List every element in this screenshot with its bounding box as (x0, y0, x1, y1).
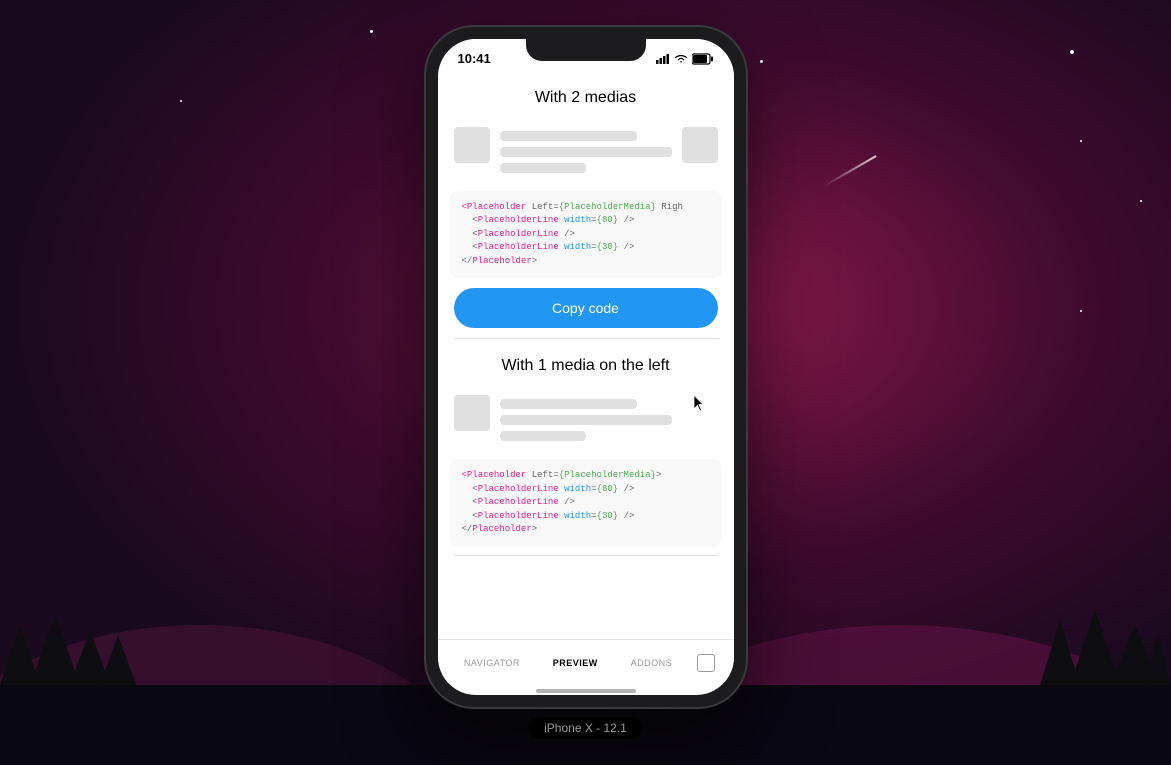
star (1080, 140, 1082, 142)
code-line: <Placeholder Left={PlaceholderMedia} Rig… (462, 201, 710, 215)
code-token: {PlaceholderMedia} (559, 202, 656, 212)
code-line: </Placeholder> (462, 523, 710, 537)
code-token: /> (624, 242, 635, 252)
code-token: /> (564, 497, 575, 507)
phone-notch (526, 39, 646, 61)
code-token: PlaceholderLine (478, 497, 559, 507)
code-line: <PlaceholderLine width={80} /> (462, 483, 710, 497)
divider-1 (454, 338, 718, 339)
code-token: PlaceholderLine (478, 215, 559, 225)
code-token: Left= (532, 202, 559, 212)
code-token: width (564, 215, 591, 225)
code-token: Righ (661, 202, 683, 212)
copy-code-button-1[interactable]: Copy code (454, 288, 718, 328)
star (1080, 310, 1082, 312)
code-line: <PlaceholderLine /> (462, 496, 710, 510)
cursor-icon (694, 395, 706, 411)
section1-preview (438, 117, 734, 183)
status-time: 10:41 (458, 51, 491, 66)
section1-title: With 2 medias (438, 75, 734, 117)
code-token: < (462, 484, 478, 494)
placeholder-lines-2 (500, 395, 672, 441)
code-token: width (564, 511, 591, 521)
code-token: {30} (597, 242, 619, 252)
code-token: > (532, 524, 537, 534)
star (180, 100, 182, 102)
code-token: width (564, 242, 591, 252)
phone-mockup: 10:41 (426, 27, 746, 739)
tab-bar: NAVIGATOR PREVIEW ADDONS (438, 639, 734, 683)
section2-code: <Placeholder Left={PlaceholderMedia}> <P… (450, 459, 722, 547)
home-indicator (536, 689, 636, 693)
section2-title: With 1 media on the left (438, 343, 734, 385)
code-token: /> (624, 215, 635, 225)
code-line: </Placeholder> (462, 255, 710, 269)
code-token: {80} (597, 215, 619, 225)
code-token: /> (624, 484, 635, 494)
code-token: </ (462, 524, 473, 534)
code-line: <PlaceholderLine width={30} /> (462, 510, 710, 524)
expand-icon[interactable] (697, 654, 715, 672)
code-token: </ (462, 256, 473, 266)
code-token: /> (564, 229, 575, 239)
code-token: < (462, 242, 478, 252)
ph-line (500, 415, 672, 425)
star (1070, 50, 1074, 54)
code-token: <Placeholder (462, 202, 527, 212)
code-token: PlaceholderLine (478, 242, 559, 252)
code-token: {PlaceholderMedia} (559, 470, 656, 480)
placeholder-left-media-1 (454, 127, 490, 163)
code-line: <PlaceholderLine width={30} /> (462, 241, 710, 255)
phone-frame: 10:41 (426, 27, 746, 707)
code-token: < (462, 497, 478, 507)
star (1140, 200, 1142, 202)
code-token: < (462, 511, 478, 521)
code-token: <Placeholder (462, 470, 527, 480)
divider-2 (454, 555, 718, 556)
phone-label: iPhone X - 12.1 (528, 717, 643, 739)
screen-content[interactable]: With 2 medias <Placeholder Left={Placeho… (438, 75, 734, 639)
placeholder-right-media-1 (682, 127, 718, 163)
ph-line (500, 147, 672, 157)
ph-line (500, 399, 638, 409)
section1-code: <Placeholder Left={PlaceholderMedia} Rig… (450, 191, 722, 279)
status-icons (656, 53, 714, 65)
code-line: <Placeholder Left={PlaceholderMedia}> (462, 469, 710, 483)
battery-icon (692, 53, 714, 65)
cursor-area (682, 395, 718, 411)
code-token: < (462, 215, 478, 225)
code-token: Placeholder (472, 256, 531, 266)
code-token: PlaceholderLine (478, 511, 559, 521)
section2-preview (438, 385, 734, 451)
code-line: <PlaceholderLine width={80} /> (462, 214, 710, 228)
ph-line (500, 131, 638, 141)
code-token: Placeholder (472, 524, 531, 534)
tab-preview[interactable]: PREVIEW (545, 656, 606, 670)
wifi-icon (674, 54, 688, 64)
phone-screen: 10:41 (438, 39, 734, 695)
ph-line (500, 431, 586, 441)
placeholder-left-media-2 (454, 395, 490, 431)
star (370, 30, 373, 33)
code-token: {30} (597, 511, 619, 521)
signal-icon (656, 54, 670, 64)
code-token: width (564, 484, 591, 494)
code-token: PlaceholderLine (478, 229, 559, 239)
code-token: Left= (532, 470, 559, 480)
tab-navigator[interactable]: NAVIGATOR (456, 656, 528, 670)
code-token: /> (624, 511, 635, 521)
code-token: {80} (597, 484, 619, 494)
ph-line (500, 163, 586, 173)
code-token: < (462, 229, 478, 239)
code-token: PlaceholderLine (478, 484, 559, 494)
star (760, 60, 763, 63)
tab-addons[interactable]: ADDONS (623, 656, 681, 670)
placeholder-lines-1 (500, 127, 672, 173)
code-line: <PlaceholderLine /> (462, 228, 710, 242)
code-token: > (656, 470, 661, 480)
code-token: > (532, 256, 537, 266)
